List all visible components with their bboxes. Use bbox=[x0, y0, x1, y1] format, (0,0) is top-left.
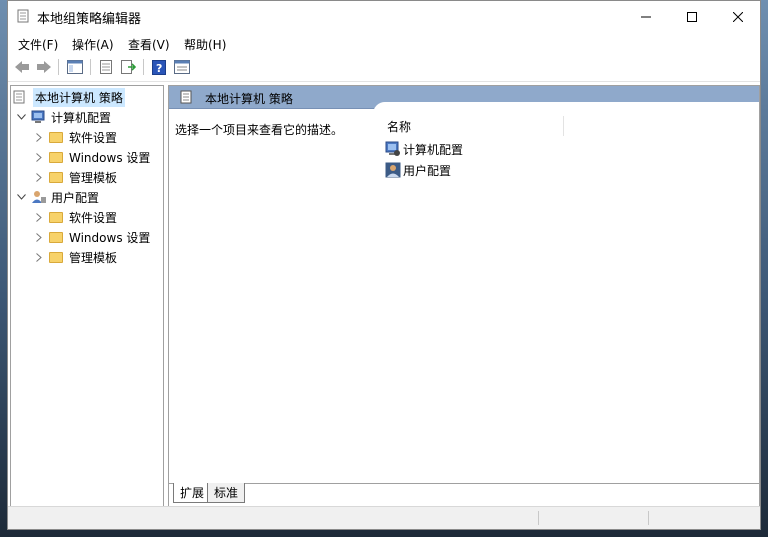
menu-file[interactable]: 文件(F) bbox=[18, 36, 58, 53]
user-icon bbox=[385, 162, 401, 178]
tree-label: 管理模板 bbox=[69, 170, 118, 185]
chevron-right-icon[interactable] bbox=[33, 132, 45, 142]
console-tree[interactable]: 本地计算机 策略 计算机配置 软件设置 Windows 设置 管理模板 用户配置… bbox=[10, 85, 164, 507]
tree-item-software-settings[interactable]: 软件设置 bbox=[33, 127, 117, 147]
chevron-down-icon[interactable] bbox=[15, 194, 27, 200]
forward-arrow-icon bbox=[37, 61, 51, 73]
window-title: 本地组策略编辑器 bbox=[37, 12, 142, 27]
back-button[interactable] bbox=[12, 58, 32, 76]
filter-view-button[interactable] bbox=[172, 58, 192, 76]
folder-icon bbox=[49, 130, 65, 144]
column-header-name[interactable]: 名称 bbox=[387, 118, 411, 135]
items-list[interactable]: 名称 计算机配置 用户配置 bbox=[373, 102, 759, 478]
menu-help[interactable]: 帮助(H) bbox=[184, 36, 226, 53]
details-pane: 本地计算机 策略 选择一个项目来查看它的描述。 名称 计算机配置 用户配置 扩展… bbox=[168, 85, 760, 507]
folder-icon bbox=[49, 250, 65, 264]
menu-bar: 文件(F) 操作(A) 查看(V) 帮助(H) bbox=[8, 32, 760, 54]
column-divider[interactable] bbox=[563, 116, 564, 136]
tab-label: 扩展 bbox=[180, 486, 205, 500]
console-tree-icon bbox=[67, 60, 83, 74]
tree-label: 软件设置 bbox=[69, 130, 118, 145]
list-item-label: 计算机配置 bbox=[403, 142, 464, 157]
tree-label: Windows 设置 bbox=[69, 150, 151, 165]
close-icon bbox=[732, 11, 743, 22]
tree-item-windows-settings[interactable]: Windows 设置 bbox=[33, 227, 150, 247]
chevron-right-icon[interactable] bbox=[33, 152, 45, 162]
tab-extended[interactable]: 扩展 bbox=[173, 483, 212, 503]
status-separator bbox=[538, 511, 539, 525]
toolbar-separator bbox=[58, 59, 59, 75]
view-icon bbox=[174, 60, 190, 74]
chevron-right-icon[interactable] bbox=[33, 172, 45, 182]
tree-item-user-config[interactable]: 用户配置 bbox=[15, 187, 99, 207]
minimize-icon bbox=[640, 16, 651, 17]
tree-label: 软件设置 bbox=[69, 210, 118, 225]
help-button[interactable]: ? bbox=[149, 58, 169, 76]
details-header-title: 本地计算机 策略 bbox=[205, 92, 293, 106]
tree-item-local-policy[interactable]: 本地计算机 策略 bbox=[13, 87, 125, 107]
tree-label: 用户配置 bbox=[51, 190, 100, 205]
user-icon bbox=[31, 190, 47, 204]
minimize-button[interactable] bbox=[623, 1, 668, 32]
menu-action[interactable]: 操作(A) bbox=[72, 36, 114, 53]
svg-text:?: ? bbox=[156, 62, 162, 75]
export-icon bbox=[121, 60, 136, 74]
tree-item-admin-templates[interactable]: 管理模板 bbox=[33, 247, 117, 267]
folder-icon bbox=[49, 230, 65, 244]
folder-icon bbox=[49, 150, 65, 164]
computer-icon bbox=[385, 141, 400, 156]
gpedit-window: 本地组策略编辑器 文件(F) 操作(A) 查看(V) 帮助(H) ? 本地计算机… bbox=[7, 0, 761, 530]
tree-label: 计算机配置 bbox=[51, 110, 112, 125]
list-item-label: 用户配置 bbox=[403, 163, 452, 178]
maximize-icon bbox=[686, 11, 697, 22]
tree-item-admin-templates[interactable]: 管理模板 bbox=[33, 167, 117, 187]
list-item-computer-config[interactable]: 计算机配置 bbox=[385, 140, 463, 158]
tree-label: Windows 设置 bbox=[69, 230, 151, 245]
folder-icon bbox=[49, 210, 65, 224]
chevron-right-icon[interactable] bbox=[33, 232, 45, 242]
policy-doc-icon bbox=[180, 90, 192, 104]
tree-label: 管理模板 bbox=[69, 250, 118, 265]
tree-item-software-settings[interactable]: 软件设置 bbox=[33, 207, 117, 227]
back-arrow-icon bbox=[15, 61, 29, 73]
status-bar bbox=[8, 506, 760, 529]
status-separator bbox=[648, 511, 649, 525]
maximize-button[interactable] bbox=[669, 1, 714, 32]
export-list-button[interactable] bbox=[118, 58, 138, 76]
tab-standard[interactable]: 标准 bbox=[207, 483, 246, 503]
close-button[interactable] bbox=[715, 1, 760, 32]
show-hide-tree-button[interactable] bbox=[65, 58, 85, 76]
chevron-right-icon[interactable] bbox=[33, 252, 45, 262]
help-icon: ? bbox=[152, 59, 166, 75]
properties-button[interactable] bbox=[96, 58, 116, 76]
properties-icon bbox=[100, 60, 112, 74]
toolbar-separator bbox=[143, 59, 144, 75]
title-bar[interactable]: 本地组策略编辑器 bbox=[8, 1, 760, 32]
forward-button[interactable] bbox=[34, 58, 54, 76]
policy-doc-icon bbox=[17, 9, 29, 23]
description-text: 选择一个项目来查看它的描述。 bbox=[175, 123, 344, 137]
list-item-user-config[interactable]: 用户配置 bbox=[385, 161, 451, 179]
tab-label: 标准 bbox=[214, 486, 239, 500]
tree-item-windows-settings[interactable]: Windows 设置 bbox=[33, 147, 150, 167]
chevron-down-icon[interactable] bbox=[15, 114, 27, 120]
tree-item-computer-config[interactable]: 计算机配置 bbox=[15, 107, 111, 127]
computer-icon bbox=[31, 110, 47, 124]
view-tabs: 扩展 标准 bbox=[169, 483, 759, 506]
policy-doc-icon bbox=[13, 90, 29, 104]
toolbar-separator bbox=[90, 59, 91, 75]
menu-view[interactable]: 查看(V) bbox=[128, 36, 170, 53]
chevron-right-icon[interactable] bbox=[33, 212, 45, 222]
toolbar: ? bbox=[8, 54, 760, 82]
folder-icon bbox=[49, 170, 65, 184]
tree-label: 本地计算机 策略 bbox=[33, 87, 125, 107]
